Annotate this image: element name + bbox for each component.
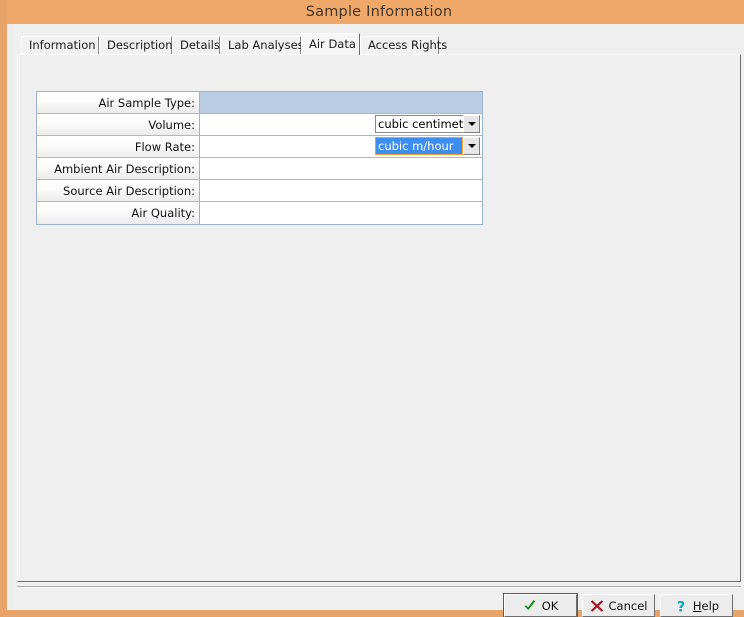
form-row: Flow Rate: cubic m/hour <box>37 136 482 158</box>
unit-combo-box[interactable]: cubic centimeters <box>375 115 480 133</box>
form-row: Volume: cubic centimeters <box>37 114 482 136</box>
cancel-button[interactable]: Cancel <box>582 594 655 617</box>
field-label: Air Sample Type: <box>37 92 200 113</box>
field-value-cell[interactable] <box>200 158 482 179</box>
field-value-cell[interactable] <box>200 202 482 224</box>
field-label: Source Air Description: <box>37 180 200 201</box>
button-label: OK <box>542 599 559 613</box>
field-label: Flow Rate: <box>37 136 200 157</box>
client-area: Information Description Details Lab Analyse… <box>14 24 744 610</box>
tab-label: Air Data <box>309 37 356 51</box>
title-bar: Sample Information <box>7 0 744 24</box>
field-value-cell[interactable]: cubic centimeters <box>200 114 482 135</box>
field-label: Ambient Air Description: <box>37 158 200 179</box>
chevron-down-icon[interactable] <box>463 137 480 155</box>
field-value-cell[interactable] <box>200 92 482 113</box>
form-row: Air Quality: <box>37 202 482 224</box>
tab-details[interactable]: Details <box>172 36 220 54</box>
tab-label: Access Rights <box>368 38 447 52</box>
tab-label: Description <box>107 38 173 52</box>
combo-selected-value[interactable]: cubic m/hour <box>375 137 463 155</box>
tab-label: Lab Analyses <box>228 38 304 52</box>
dialog-button-bar: OK Cancel? Help <box>504 594 733 617</box>
arrow-down-glyph <box>468 144 476 148</box>
question-mark-icon: ? <box>674 599 688 613</box>
tab-strip: Information Description Details Lab Analyse… <box>17 33 741 55</box>
tab-access-rights[interactable]: Access Rights <box>360 36 439 54</box>
help-button[interactable]: ? Help <box>660 594 733 617</box>
tab-panel-air-data: Air Sample Type:Volume: cubic centimeters… <box>17 54 741 582</box>
combo-selected-value[interactable]: cubic centimeters <box>375 115 463 133</box>
field-value-cell[interactable]: cubic m/hour <box>200 136 482 157</box>
chevron-down-icon[interactable] <box>463 115 480 133</box>
field-value-cell[interactable] <box>200 180 482 201</box>
dialog-window: Sample Information Information Descriptio… <box>0 0 744 617</box>
svg-text:?: ? <box>677 599 685 613</box>
tab-air-data[interactable]: Air Data <box>301 33 360 55</box>
tab-label: Details <box>180 38 220 52</box>
check-icon <box>523 599 537 613</box>
tab-label: Information <box>29 38 96 52</box>
field-label: Volume: <box>37 114 200 135</box>
unit-combo-box[interactable]: cubic m/hour <box>375 137 480 155</box>
field-label: Air Quality: <box>37 202 200 224</box>
tab-information[interactable]: Information <box>21 36 99 54</box>
footer-separator <box>17 586 741 588</box>
button-label: Help <box>693 599 719 613</box>
button-label: Cancel <box>609 599 648 613</box>
air-data-form-grid: Air Sample Type:Volume: cubic centimeters… <box>36 91 483 225</box>
arrow-down-glyph <box>468 122 476 126</box>
form-row: Source Air Description: <box>37 180 482 202</box>
tab-lab-analyses[interactable]: Lab Analyses <box>220 36 301 54</box>
cross-icon <box>590 599 604 613</box>
form-row: Ambient Air Description: <box>37 158 482 180</box>
form-row: Air Sample Type: <box>37 92 482 114</box>
window-title: Sample Information <box>306 4 453 20</box>
ok-button[interactable]: OK <box>504 594 577 617</box>
tab-description[interactable]: Description <box>99 36 172 54</box>
